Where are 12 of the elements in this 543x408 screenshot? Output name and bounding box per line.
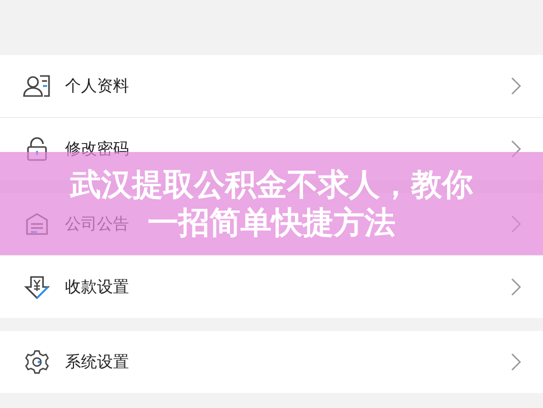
row-label[interactable]: 个人资料: [65, 76, 129, 96]
chevron-right-icon: [511, 278, 521, 296]
yen-download-icon: [23, 275, 51, 299]
banner-title: 武汉提取公积金不求人，教你: [70, 166, 473, 204]
profile-card-icon: [23, 74, 51, 98]
banner-title: 一招简单快捷方法: [148, 204, 396, 242]
row-label[interactable]: 修改密码: [65, 138, 129, 160]
chevron-right-icon: [511, 353, 521, 371]
chevron-right-icon: [511, 77, 521, 95]
row-label[interactable]: 系统设置: [65, 352, 129, 372]
settings-icon: [23, 350, 51, 374]
row-label[interactable]: 收款设置: [65, 276, 129, 298]
